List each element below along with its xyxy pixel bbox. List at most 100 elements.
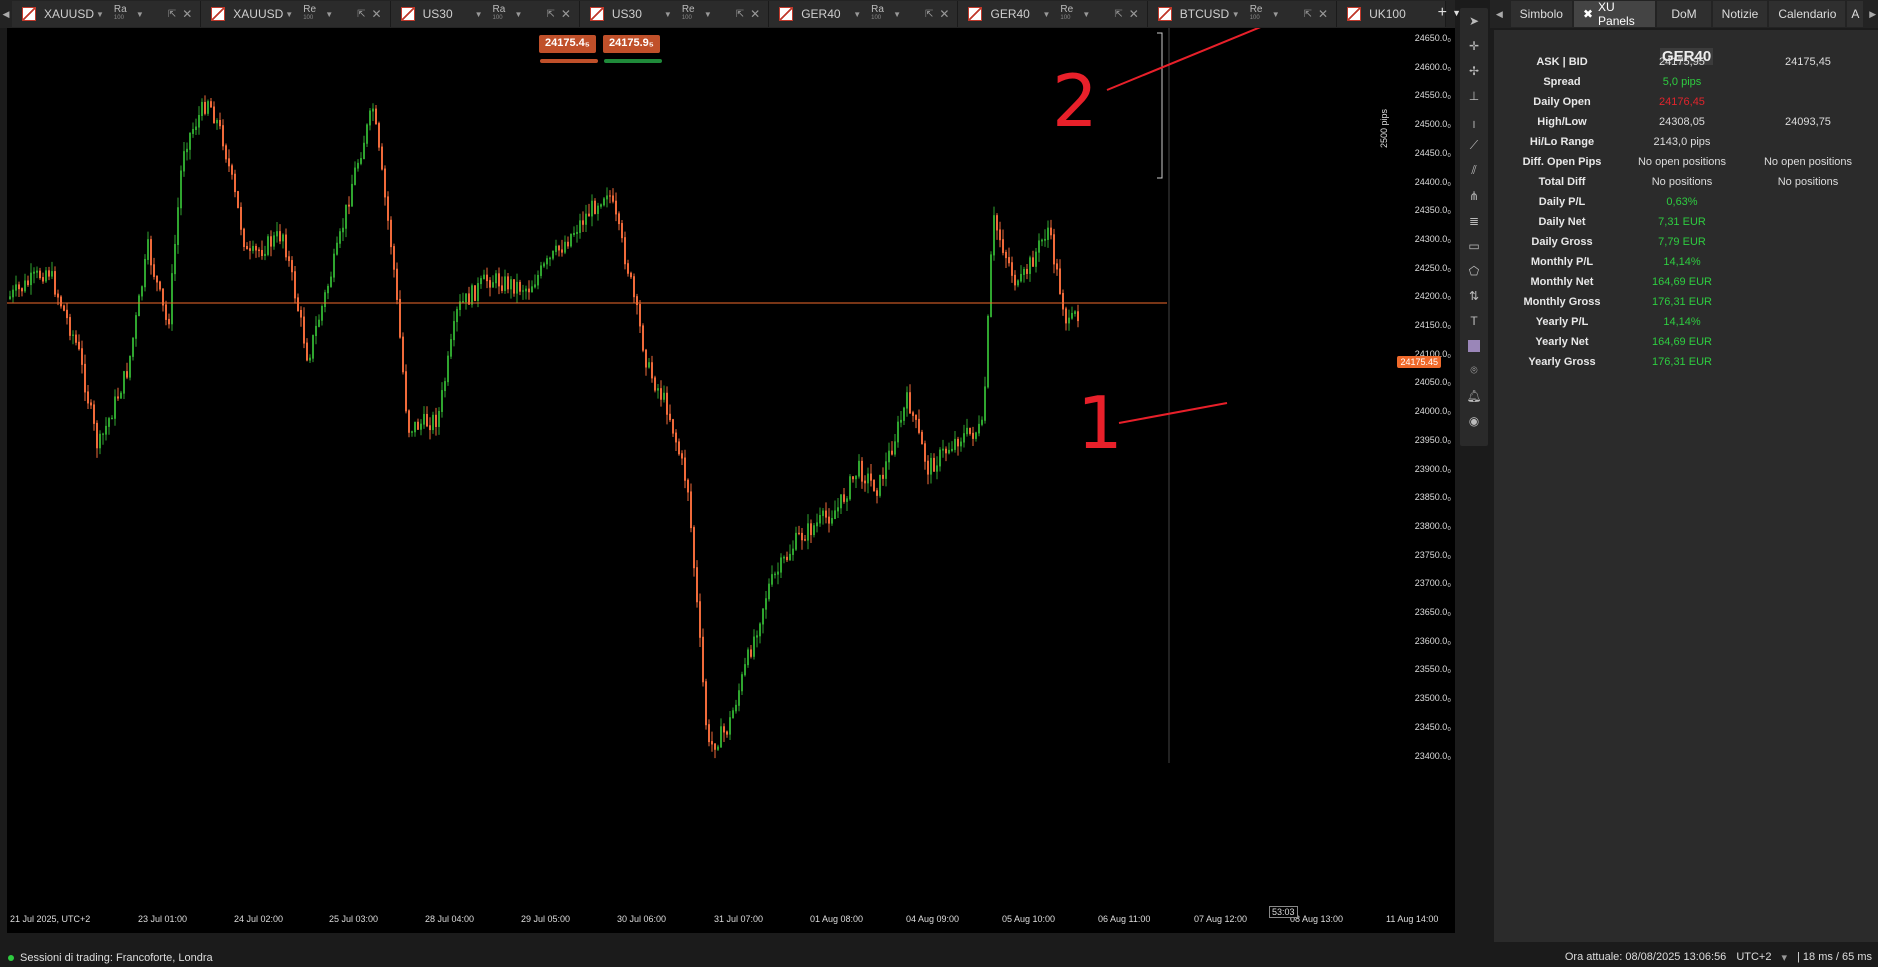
detach-tab-icon[interactable]: ⇱ <box>168 9 176 20</box>
candle <box>714 743 716 750</box>
tab-notizie[interactable]: Notizie <box>1712 1 1768 27</box>
candle <box>45 270 47 282</box>
close-tab-icon[interactable]: ✕ <box>1129 7 1139 21</box>
chart-tab[interactable]: BTCUSD ▼ Re 100 ▼ ⇱ ✕ <box>1147 1 1338 27</box>
detach-tab-icon[interactable]: ⇱ <box>1304 9 1312 20</box>
sell-price-badge[interactable]: 24175.4₅ <box>539 35 596 53</box>
candle <box>123 371 125 394</box>
chart-tab[interactable]: GER40 ▼ Ra 100 ▼ ⇱ ✕ <box>769 1 959 27</box>
close-tab-icon[interactable]: ✕ <box>182 7 192 21</box>
tab-timeframe[interactable]: Re 100 <box>682 5 704 23</box>
candle <box>231 165 233 175</box>
timezone-dropdown-icon[interactable]: ▾ <box>1781 951 1787 964</box>
side-tab-scroll-right-icon[interactable]: ▶ <box>1867 9 1878 20</box>
close-tab-icon[interactable]: ✕ <box>750 7 760 21</box>
detach-tab-icon[interactable]: ⇱ <box>736 9 744 20</box>
timeframe-dropdown-icon[interactable]: ▼ <box>1082 10 1090 19</box>
candle <box>213 106 215 124</box>
candle <box>270 236 272 247</box>
timeframe-dropdown-icon[interactable]: ▼ <box>1272 10 1280 19</box>
trend-line-icon[interactable]: ⟋ <box>1463 133 1485 158</box>
timeframe-dropdown-icon[interactable]: ▼ <box>136 10 144 19</box>
chart-tab[interactable]: XAUUSD ▼ Re 100 ▼ ⇱ ✕ <box>201 1 391 27</box>
chart-tab[interactable]: US30 ▼ Ra 100 ▼ ⇱ ✕ <box>390 1 580 27</box>
candle <box>912 412 914 416</box>
side-tab-scroll-left-icon[interactable]: ◀ <box>1494 9 1505 20</box>
close-tab-icon[interactable]: ✕ <box>1318 7 1328 21</box>
status-right: Ora attuale: 08/08/2025 13:06:56 UTC+2 ▾… <box>1565 951 1872 964</box>
symbol-dropdown-icon[interactable]: ▼ <box>285 10 293 19</box>
tab-timeframe[interactable]: Ra 100 <box>871 5 893 23</box>
symbol-dropdown-icon[interactable]: ▼ <box>475 10 483 19</box>
timezone-selector[interactable]: UTC+2 <box>1736 951 1771 964</box>
detach-tab-icon[interactable]: ⇱ <box>925 9 933 20</box>
tab-timeframe[interactable]: Re 100 <box>1060 5 1082 23</box>
tab-timeframe[interactable]: Re 100 <box>1250 5 1272 23</box>
color-swatch-icon[interactable] <box>1463 333 1485 358</box>
candle <box>900 419 902 423</box>
tab-scroll-left-icon[interactable]: ◀ <box>0 9 12 20</box>
close-tab-icon[interactable]: ✕ <box>939 7 949 21</box>
chart-tab[interactable]: GER40 ▼ Re 100 ▼ ⇱ ✕ <box>958 1 1148 27</box>
candle <box>798 532 800 534</box>
chart-tab[interactable]: XAUUSD ▼ Ra 100 ▼ ⇱ ✕ <box>12 1 202 27</box>
candle <box>603 198 605 206</box>
tab-xu-panels[interactable]: ✖ XU Panels <box>1573 0 1656 28</box>
detach-tab-icon[interactable]: ⇱ <box>357 9 365 20</box>
camera-icon[interactable]: ⌾ <box>1463 358 1485 383</box>
magnet-crosshair-icon[interactable]: ✢ <box>1463 58 1485 83</box>
candle <box>822 510 824 517</box>
chart-tab[interactable]: UK100 <box>1337 1 1447 27</box>
xu-logo-icon: ✖ <box>1582 7 1594 21</box>
buy-price-badge[interactable]: 24175.9₅ <box>603 35 660 53</box>
channel-icon[interactable]: ⫽ <box>1463 158 1485 183</box>
replay-icon[interactable]: ◉ <box>1463 408 1485 433</box>
price-tick-label: 24000.0₀ <box>1414 406 1451 417</box>
tab-calendario[interactable]: Calendario <box>1769 1 1846 27</box>
tab-timeframe[interactable]: Re 100 <box>303 5 325 23</box>
symbol-dropdown-icon[interactable]: ▼ <box>1042 10 1050 19</box>
chart-canvas[interactable]: 21 <box>7 28 1455 933</box>
pips-range-bracket <box>1157 32 1163 179</box>
symbol-dropdown-icon[interactable]: ▼ <box>853 10 861 19</box>
symbol-dropdown-icon[interactable]: ▼ <box>96 10 104 19</box>
fibonacci-icon[interactable]: ≣ <box>1463 208 1485 233</box>
crosshair-icon[interactable]: ✛ <box>1463 33 1485 58</box>
price-chart[interactable]: 21 24175.4₅ 24175.9₅ 24650.0₀ 24600.0₀ 245… <box>7 28 1455 933</box>
tab-simbolo[interactable]: Simbolo <box>1510 1 1572 27</box>
tab-more[interactable]: A <box>1847 1 1864 27</box>
close-tab-icon[interactable]: ✕ <box>372 7 382 21</box>
close-tab-icon[interactable]: ✕ <box>561 7 571 21</box>
candle <box>138 295 140 317</box>
candle <box>69 317 71 336</box>
timeframe-dropdown-icon[interactable]: ▼ <box>704 10 712 19</box>
alert-bell-icon[interactable]: 🔔︎ <box>1463 383 1485 408</box>
candle <box>342 227 344 233</box>
measure-icon[interactable]: ⇅ <box>1463 283 1485 308</box>
timeframe-dropdown-icon[interactable]: ▼ <box>515 10 523 19</box>
tab-dom[interactable]: DoM <box>1657 1 1711 27</box>
text-icon[interactable]: T <box>1463 308 1485 333</box>
symbol-dropdown-icon[interactable]: ▼ <box>664 10 672 19</box>
candle <box>327 285 329 294</box>
shape-icon[interactable]: ⬠ <box>1463 258 1485 283</box>
price-tick-label: 24600.0₀ <box>1414 61 1451 72</box>
timeframe-dropdown-icon[interactable]: ▼ <box>325 10 333 19</box>
vertical-line-icon[interactable]: ╷ <box>1463 108 1485 133</box>
tab-timeframe[interactable]: Ra 100 <box>493 5 515 23</box>
tab-timeframe[interactable]: Ra 100 <box>114 5 136 23</box>
timeframe-dropdown-icon[interactable]: ▼ <box>893 10 901 19</box>
pitchfork-icon[interactable]: ⋔ <box>1463 183 1485 208</box>
horizontal-line-icon[interactable]: ⊥ <box>1463 83 1485 108</box>
detach-tab-icon[interactable]: ⇱ <box>546 9 554 20</box>
candle <box>180 170 182 209</box>
candle <box>429 425 431 431</box>
rectangle-icon[interactable]: ▭ <box>1463 233 1485 258</box>
row-value: 14,14% <box>1663 256 1701 268</box>
cursor-icon[interactable]: ➤ <box>1463 8 1485 33</box>
symbol-dropdown-icon[interactable]: ▼ <box>1232 10 1240 19</box>
chart-tab[interactable]: US30 ▼ Re 100 ▼ ⇱ ✕ <box>579 1 770 27</box>
add-tab-icon[interactable]: + <box>1438 4 1447 22</box>
candle <box>840 494 842 509</box>
detach-tab-icon[interactable]: ⇱ <box>1114 9 1122 20</box>
